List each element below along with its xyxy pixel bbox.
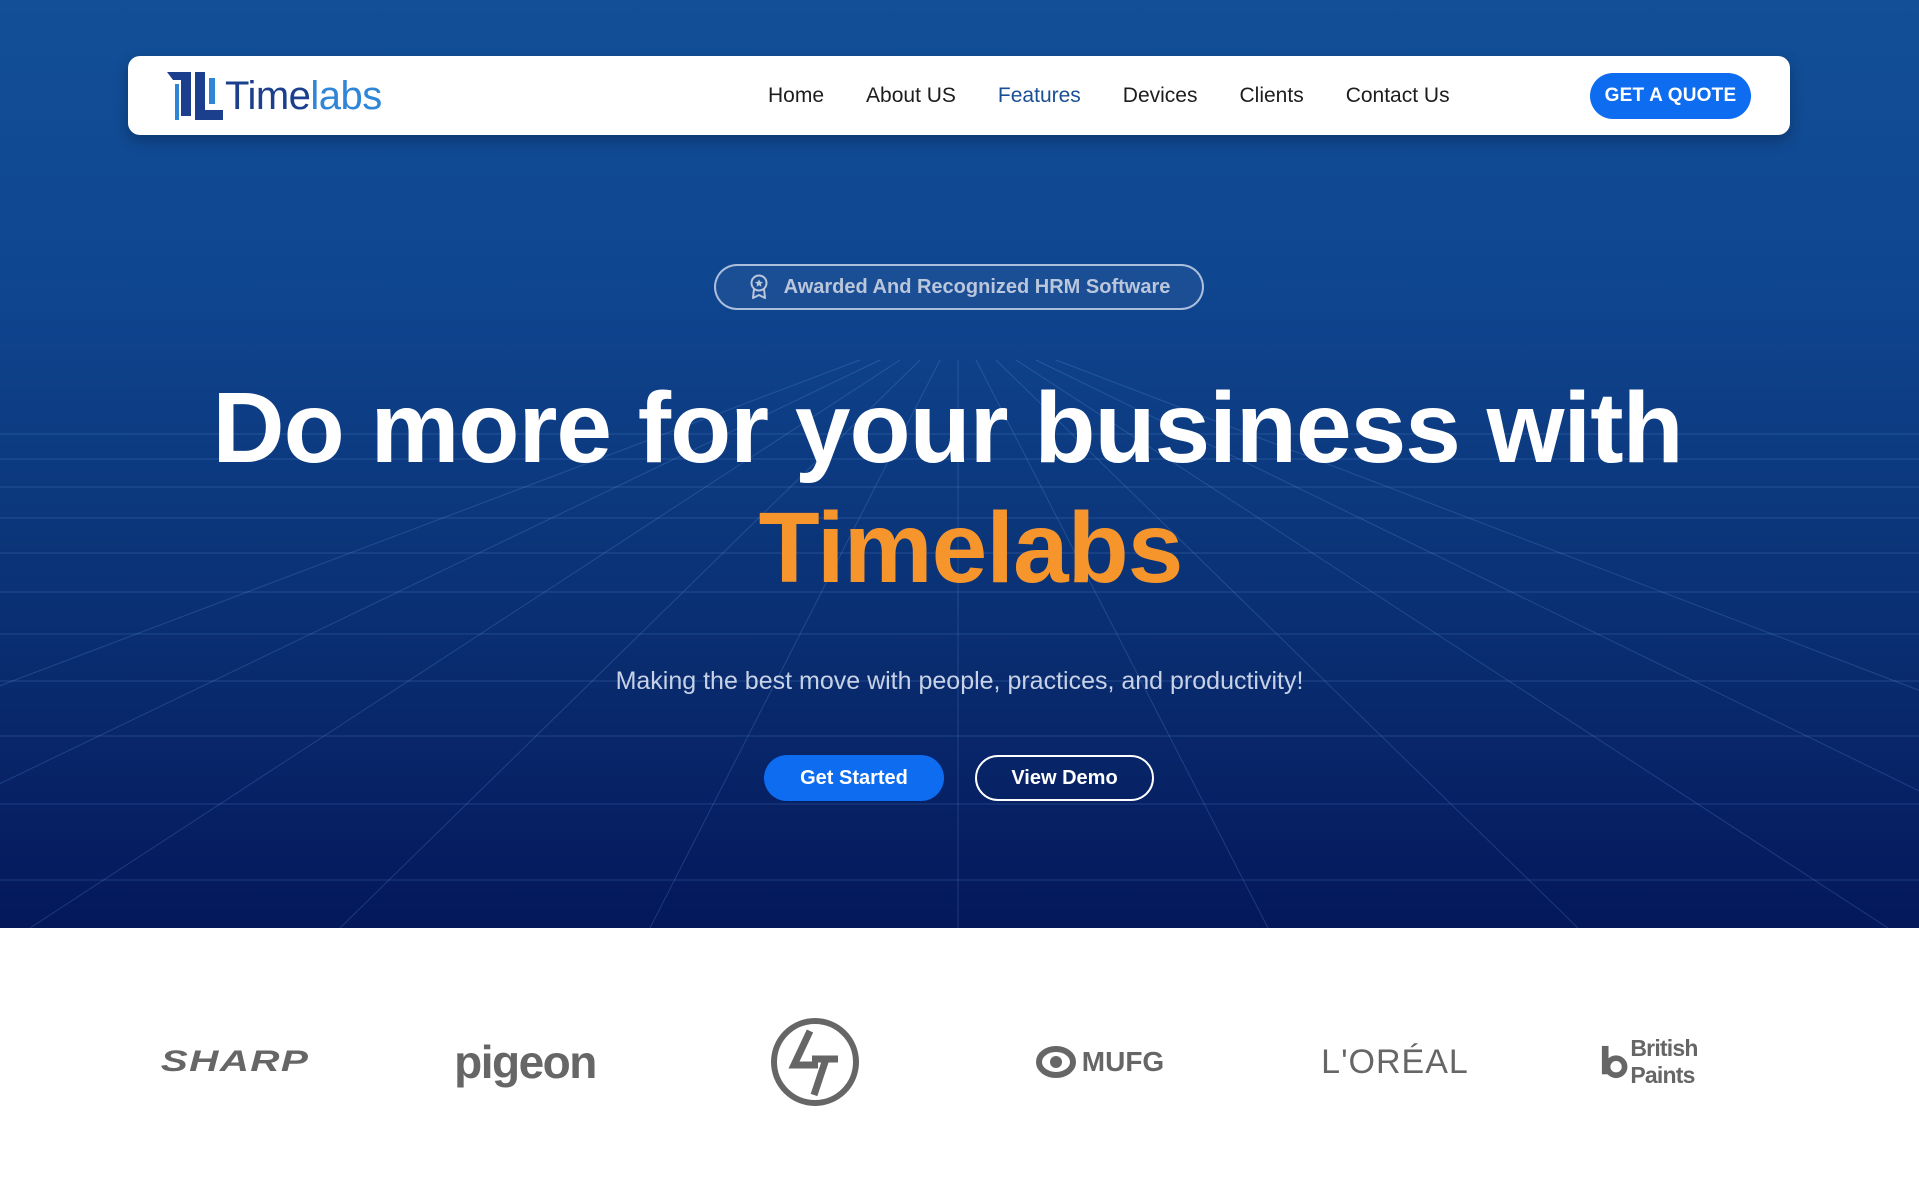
client-logo-lt (765, 1012, 865, 1112)
nav-item-devices[interactable]: Devices (1123, 84, 1198, 108)
get-started-button[interactable]: Get Started (764, 755, 944, 801)
top-navbar: Timelabs Home About US Features Devices … (128, 56, 1790, 135)
nav-item-about-us[interactable]: About US (866, 84, 956, 108)
nav-item-clients[interactable]: Clients (1240, 84, 1304, 108)
client-logo-loreal: L'ORÉAL (1321, 1042, 1469, 1081)
client-logo-pigeon: pigeon (454, 1036, 597, 1088)
british-paints-text: British Paints (1630, 1035, 1698, 1088)
get-a-quote-button[interactable]: GET A QUOTE (1590, 73, 1751, 119)
nav-item-contact-us[interactable]: Contact Us (1346, 84, 1450, 108)
client-logo-sharp: SHARP (160, 1045, 310, 1078)
hero-headline-accent: Timelabs (758, 492, 1184, 604)
logo-text-labs: labs (310, 74, 382, 118)
nav-item-home[interactable]: Home (768, 84, 824, 108)
timelabs-logo[interactable]: Timelabs (165, 70, 382, 122)
nav-links: Home About US Features Devices Clients C… (768, 56, 1492, 135)
client-logo-british-paints: British Paints (1600, 1012, 1760, 1112)
timelabs-logo-mark-icon (167, 72, 223, 120)
lt-logo-icon (771, 1018, 859, 1106)
nav-item-features[interactable]: Features (998, 84, 1081, 108)
client-logos-section: SHARP pigeon MUFG L'ORÉAL British Paints (0, 928, 1919, 1178)
award-badge: Awarded And Recognized HRM Software (714, 264, 1204, 310)
british-paints-mark-icon (1601, 1045, 1628, 1079)
view-demo-button[interactable]: View Demo (975, 755, 1154, 801)
award-ribbon-icon (750, 274, 768, 299)
client-logo-mufg: MUFG (1020, 1012, 1180, 1112)
badge-text: Awarded And Recognized HRM Software (783, 275, 1171, 298)
mufg-mark-icon (1035, 1046, 1076, 1078)
hero-headline: Do more for your business with (212, 372, 1683, 484)
hero-section: Timelabs Home About US Features Devices … (0, 0, 1919, 928)
mufg-text: MUFG (1081, 1046, 1165, 1077)
logo-text-time: Time (225, 74, 311, 118)
hero-subtext: Making the best move with people, practi… (615, 667, 1304, 695)
